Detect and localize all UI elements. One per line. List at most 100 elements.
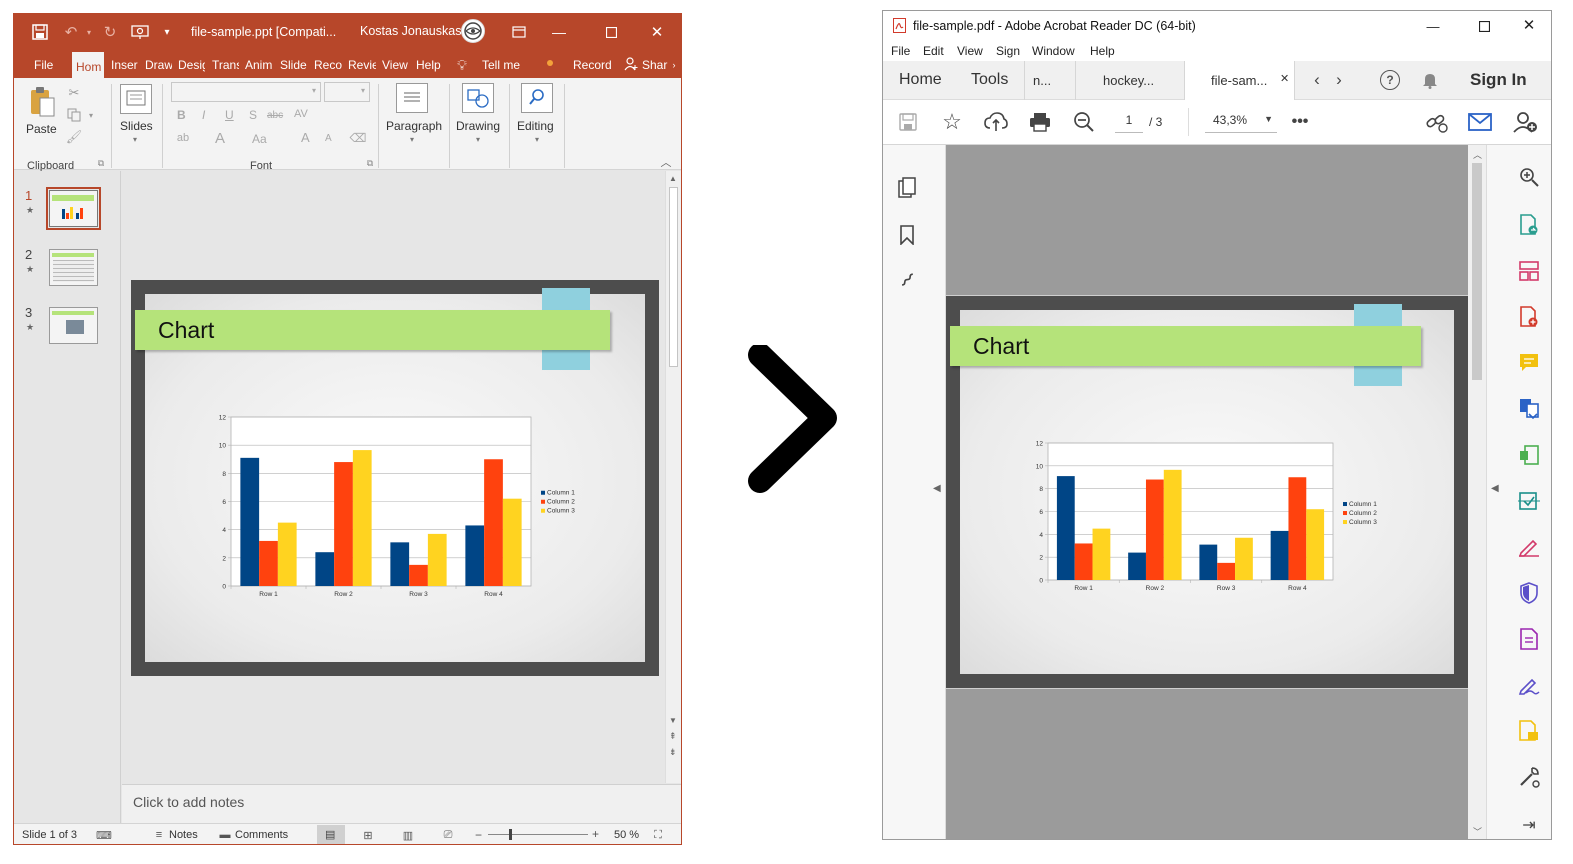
tab-tools[interactable]: Tools xyxy=(971,71,1008,89)
grow-font-button[interactable]: A xyxy=(301,130,310,145)
font-color-button[interactable]: A xyxy=(215,130,225,147)
zoom-level[interactable]: 50 % xyxy=(614,829,639,841)
paste-icon[interactable] xyxy=(28,86,58,120)
close-icon[interactable]: ✕ xyxy=(647,22,667,42)
tab-review[interactable]: Revie xyxy=(348,58,376,72)
print-icon[interactable] xyxy=(1027,110,1053,134)
zoom-in-icon[interactable] xyxy=(1517,165,1541,189)
send-for-comments-icon[interactable] xyxy=(1517,719,1541,743)
page-thumbnails-icon[interactable] xyxy=(895,176,919,200)
menu-sign[interactable]: Sign xyxy=(996,44,1020,58)
paragraph-icon[interactable] xyxy=(396,83,428,113)
shrink-font-button[interactable]: A xyxy=(325,133,332,144)
paperclip-icon[interactable]: ⌇ xyxy=(890,263,924,297)
slide-thumbnail-3[interactable] xyxy=(49,307,98,344)
document-view[interactable]: Chart 0 2 4 6 8 10 12 Row 1 Row 2 Row 3 Row 4 Colum… xyxy=(946,145,1468,839)
notes-button[interactable]: Notes xyxy=(169,829,198,841)
paste-label[interactable]: Paste xyxy=(26,122,57,136)
more-tools-wrench-icon[interactable] xyxy=(1517,765,1541,789)
scroll-up-icon[interactable]: ︿ xyxy=(1473,148,1482,161)
slide-canvas[interactable]: Chart 0 2 4 6 8 10 12 Row 1 Row 2 Row 3 Row 4 Colum… xyxy=(950,304,1454,674)
copy-icon[interactable] xyxy=(64,106,84,124)
copy-dropdown-icon[interactable]: ▾ xyxy=(86,106,96,124)
zoom-out-icon[interactable] xyxy=(1071,110,1097,134)
close-icon[interactable]: ✕ xyxy=(1519,16,1539,34)
menu-edit[interactable]: Edit xyxy=(923,44,944,58)
share-button[interactable]: Shar xyxy=(642,58,668,72)
chart[interactable]: 0 2 4 6 8 10 12 Row 1 Row 2 Row 3 Row 4 Column 1 Col… xyxy=(213,412,603,604)
tab-transitions[interactable]: Trans xyxy=(212,58,239,72)
slides-label[interactable]: Slides xyxy=(120,119,153,133)
zoom-out-icon[interactable]: − xyxy=(475,828,482,842)
scroll-thumb[interactable] xyxy=(1472,163,1482,380)
cloud-upload-icon[interactable] xyxy=(983,110,1009,134)
tab-draw[interactable]: Draw xyxy=(145,58,172,72)
expand-left-pane-icon[interactable]: ◀ xyxy=(933,483,941,494)
minimize-icon[interactable]: — xyxy=(1423,17,1443,35)
paragraph-label[interactable]: Paragraph xyxy=(386,119,442,133)
export-pdf-icon[interactable] xyxy=(1517,213,1541,237)
more-tools-icon[interactable]: ••• xyxy=(1288,110,1312,134)
tab-insert[interactable]: Inser xyxy=(111,58,139,72)
scroll-thumb[interactable] xyxy=(669,187,678,367)
undo-icon[interactable]: ↶ xyxy=(60,22,82,42)
tab-design[interactable]: Desig xyxy=(178,58,205,72)
comment-icon[interactable] xyxy=(1517,351,1541,375)
drawing-icon[interactable] xyxy=(462,83,494,113)
search-icon[interactable] xyxy=(521,83,553,113)
tab-record[interactable]: Reco xyxy=(314,58,342,72)
reading-view-icon[interactable]: ▥ xyxy=(400,827,416,843)
protect-shield-icon[interactable] xyxy=(1517,581,1541,605)
customize-qat-icon[interactable]: ▾ xyxy=(160,22,174,42)
undo-dropdown-icon[interactable]: ▾ xyxy=(84,22,94,42)
save-icon[interactable] xyxy=(897,111,919,133)
menu-view[interactable]: View xyxy=(957,44,983,58)
editing-dropdown-icon[interactable]: ▾ xyxy=(532,134,542,144)
record-button[interactable]: Record xyxy=(573,58,615,72)
chart[interactable]: 0 2 4 6 8 10 12 Row 1 Row 2 Row 3 Row 4 Column 1 Col… xyxy=(1030,438,1405,598)
zoom-slider[interactable] xyxy=(488,834,588,835)
scroll-up-icon[interactable]: ▲ xyxy=(669,174,677,183)
fill-sign-icon[interactable] xyxy=(1517,535,1541,559)
notes-placeholder[interactable]: Click to add notes xyxy=(133,794,244,810)
font-launcher-icon[interactable]: ⧉ xyxy=(365,158,375,168)
font-size-select[interactable]: ▾ xyxy=(324,82,370,102)
compress-pdf-icon[interactable] xyxy=(1517,443,1541,467)
slideshow-icon[interactable]: ⎚ xyxy=(440,827,456,843)
tab-home[interactable]: Hom xyxy=(72,52,104,78)
font-name-select[interactable]: ▾ xyxy=(171,82,321,102)
bookmark-icon[interactable] xyxy=(895,223,919,247)
tab-document-active[interactable]: file-sam... ✕ xyxy=(1184,61,1295,101)
tab-document-file-sample[interactable]: file-sam... xyxy=(1211,73,1267,88)
menu-file[interactable]: File xyxy=(891,44,910,58)
tab-document-a[interactable]: n... xyxy=(1033,73,1051,88)
underline-button[interactable]: U xyxy=(225,108,234,122)
normal-view-button[interactable]: ▤ xyxy=(317,825,345,844)
strikethrough-button[interactable]: abc xyxy=(267,110,283,121)
combine-files-icon[interactable] xyxy=(1517,397,1541,421)
tabs-scroll-right-icon[interactable]: › xyxy=(669,58,679,72)
eraser-icon[interactable]: ⌫ xyxy=(350,130,367,146)
accessibility-icon[interactable]: ⌨ xyxy=(96,827,112,843)
cut-icon[interactable]: ✂ xyxy=(64,84,84,102)
new-slide-icon[interactable] xyxy=(120,84,152,114)
email-icon[interactable] xyxy=(1467,110,1493,134)
comments-button[interactable]: Comments xyxy=(235,829,288,841)
bookmark-star-icon[interactable]: ☆ xyxy=(939,109,965,134)
slide-canvas[interactable]: Chart 0 2 4 6 8 10 12 Row 1 Row 2 Row 3 Row 4 Colum… xyxy=(135,288,645,662)
zoom-level-select[interactable]: 43,3% ▼ xyxy=(1205,113,1277,133)
comments-icon[interactable]: ▬ xyxy=(218,827,232,843)
request-signature-icon[interactable] xyxy=(1517,673,1541,697)
slide-thumbnail-2[interactable] xyxy=(49,249,98,286)
chevron-right-icon[interactable]: › xyxy=(1332,70,1346,90)
next-slide-icon[interactable]: ⇟ xyxy=(669,747,677,758)
sign-in-button[interactable]: Sign In xyxy=(1470,70,1527,90)
zoom-in-icon[interactable]: + xyxy=(592,827,599,841)
page-number-input[interactable]: 1 xyxy=(1115,113,1143,133)
zoom-slider-thumb[interactable] xyxy=(509,829,512,840)
shadow-button[interactable]: S xyxy=(249,108,257,122)
help-icon[interactable]: ? xyxy=(1380,70,1400,90)
notes-pane[interactable]: Click to add notes xyxy=(122,784,681,823)
fit-to-window-icon[interactable]: ⛶ xyxy=(650,827,666,843)
tell-me-search[interactable]: Tell me xyxy=(482,58,527,72)
